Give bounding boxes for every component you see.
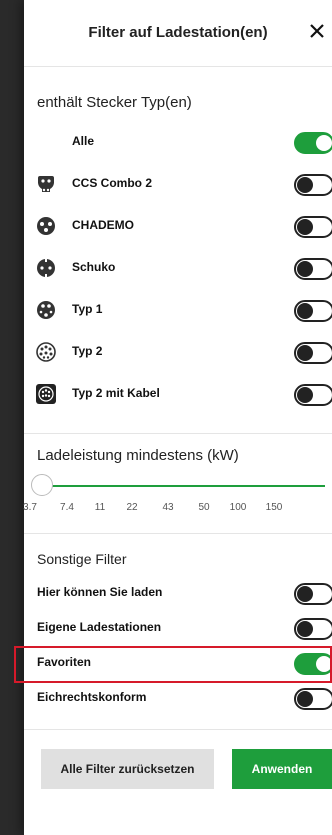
filter-label: Eichrechtskonform bbox=[37, 690, 147, 704]
plug-label: Typ 2 mit Kabel bbox=[72, 386, 160, 400]
typ-2-icon bbox=[36, 342, 56, 362]
plug-row-typ-2[interactable]: Typ 2 bbox=[24, 337, 332, 367]
filter-toggle-eichrecht[interactable] bbox=[294, 688, 332, 710]
plug-toggle-alle[interactable] bbox=[294, 132, 332, 154]
plug-row-typ-2-mit-kabel[interactable]: Typ 2 mit Kabel bbox=[24, 379, 332, 409]
power-title: Ladeleistung mindestens (kW) bbox=[37, 447, 239, 464]
power-section: Ladeleistung mindestens (kW) bbox=[24, 433, 332, 534]
ccs-combo-2-icon bbox=[38, 176, 54, 192]
reset-filters-button[interactable]: Alle Filter zurücksetzen bbox=[41, 749, 214, 789]
plug-label: Typ 1 bbox=[72, 302, 103, 316]
power-tick: 150 bbox=[265, 502, 283, 513]
chademo-icon bbox=[37, 217, 55, 235]
plug-label: Schuko bbox=[72, 260, 116, 274]
plug-row-alle[interactable]: Alle bbox=[24, 127, 332, 157]
power-tick: 100 bbox=[229, 502, 247, 513]
plug-label: CHADEMO bbox=[72, 218, 134, 232]
typ-1-icon bbox=[37, 301, 55, 319]
plug-type-section: enthält Stecker Typ(en) Alle CCS Combo 2… bbox=[24, 66, 332, 434]
filter-toggle-laden[interactable] bbox=[294, 583, 332, 605]
filter-label: Hier können Sie laden bbox=[37, 585, 163, 599]
plug-row-chademo[interactable]: CHADEMO bbox=[24, 211, 332, 241]
schuko-icon bbox=[37, 259, 55, 277]
favoriten-highlight bbox=[14, 646, 332, 683]
filter-label: Eigene Ladestationen bbox=[37, 620, 162, 634]
panel-header: Filter auf Ladestation(en) bbox=[24, 0, 332, 67]
plug-label: Alle bbox=[72, 134, 95, 148]
plug-label: Typ 2 bbox=[72, 344, 103, 358]
apply-button[interactable]: Anwenden bbox=[232, 749, 332, 789]
filter-row-eigene[interactable]: Eigene Ladestationen bbox=[24, 613, 332, 643]
plug-toggle-typ-2[interactable] bbox=[294, 342, 332, 364]
plug-type-title: enthält Stecker Typ(en) bbox=[37, 94, 192, 111]
filter-toggle-eigene[interactable] bbox=[294, 618, 332, 640]
other-filters-title: Sonstige Filter bbox=[37, 551, 127, 567]
power-tick: 43 bbox=[162, 502, 174, 513]
filter-row-laden[interactable]: Hier können Sie laden bbox=[24, 578, 332, 608]
other-filters-section: Sonstige Filter Hier können Sie laden Ei… bbox=[24, 533, 332, 730]
panel-title: Filter auf Ladestation(en) bbox=[88, 24, 268, 41]
power-tick: 7.4 bbox=[60, 502, 74, 513]
power-slider-track[interactable] bbox=[42, 485, 325, 487]
plug-toggle-ccs-combo-2[interactable] bbox=[294, 174, 332, 196]
filter-panel: Filter auf Ladestation(en) enthält Steck… bbox=[14, 0, 332, 835]
power-tick: 11 bbox=[94, 502, 106, 513]
filter-row-eichrecht[interactable]: Eichrechtskonform bbox=[24, 683, 332, 713]
plug-label: CCS Combo 2 bbox=[72, 176, 153, 190]
power-tick: 50 bbox=[198, 502, 210, 513]
typ-2-mit-kabel-icon bbox=[36, 384, 56, 404]
plug-toggle-chademo[interactable] bbox=[294, 216, 332, 238]
power-tick: 3.7 bbox=[23, 502, 37, 513]
plug-row-typ-1[interactable]: Typ 1 bbox=[24, 295, 332, 325]
plug-toggle-schuko[interactable] bbox=[294, 258, 332, 280]
power-tick: 22 bbox=[126, 502, 138, 513]
close-icon[interactable] bbox=[304, 16, 330, 46]
plug-row-schuko[interactable]: Schuko bbox=[24, 253, 332, 283]
power-slider-handle[interactable] bbox=[31, 474, 53, 496]
plug-toggle-typ-1[interactable] bbox=[294, 300, 332, 322]
plug-toggle-typ-2-mit-kabel[interactable] bbox=[294, 384, 332, 406]
plug-row-ccs-combo-2[interactable]: CCS Combo 2 bbox=[24, 169, 332, 199]
